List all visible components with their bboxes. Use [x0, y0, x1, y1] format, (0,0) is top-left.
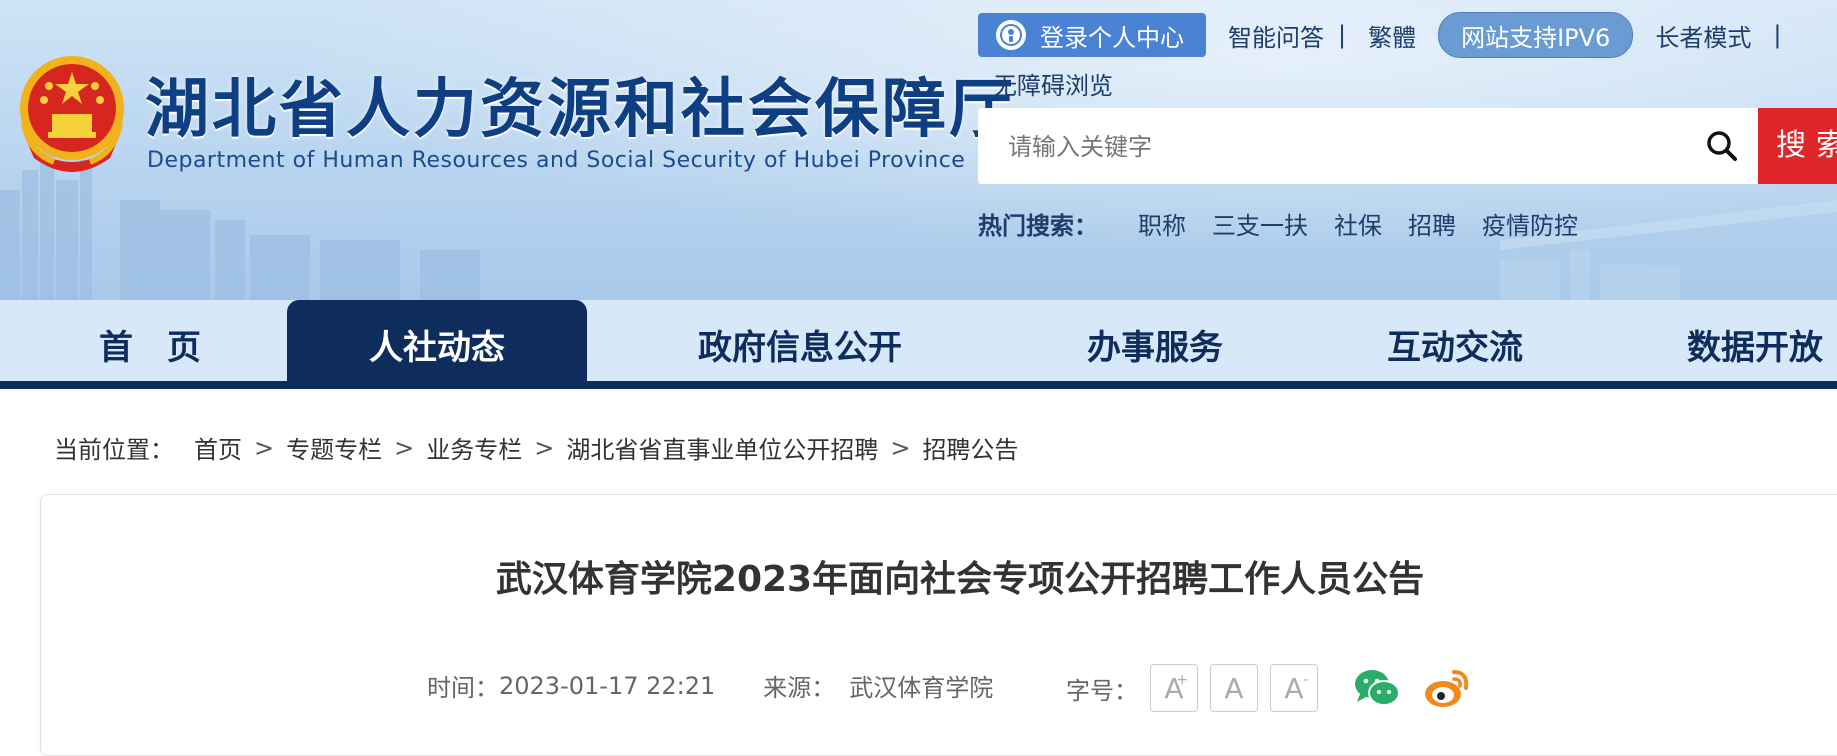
header-banner: 湖北省人力资源和社会保障厅 Department of Human Resour…	[0, 0, 1837, 300]
nav-item-open-data[interactable]: 数据开放	[1620, 300, 1837, 382]
breadcrumb-business[interactable]: 业务专栏	[426, 430, 522, 465]
weibo-icon[interactable]	[1422, 666, 1472, 710]
publish-time: 2023-01-17 22:21	[499, 671, 716, 700]
smart-qa-link[interactable]: 智能问答	[1228, 18, 1324, 53]
user-circle-icon	[996, 20, 1026, 50]
site-title: 湖北省人力资源和社会保障厅	[145, 73, 1016, 147]
article-meta: 时间： 2023-01-17 22:21 来源： 武汉体育学院	[427, 668, 993, 703]
nav-item-news[interactable]: 人社动态	[287, 300, 587, 382]
source-label: 来源：	[763, 674, 836, 702]
breadcrumb-separator: >	[890, 433, 911, 462]
time-label: 时间：	[427, 674, 499, 702]
breadcrumb-recruitment[interactable]: 湖北省省直事业单位公开招聘	[566, 430, 878, 465]
top-links-bar: 登录个人中心 智能问答 | 繁體 网站支持IPV6 长者模式 |	[978, 12, 1781, 58]
font-default-button[interactable]: A	[1210, 664, 1258, 712]
breadcrumb-label: 当前位置：	[54, 436, 174, 464]
hot-keyword[interactable]: 职称	[1138, 206, 1186, 241]
font-size-label: 字号：	[1066, 676, 1138, 705]
breadcrumb-topics[interactable]: 专题专栏	[286, 430, 382, 465]
nav-item-interaction[interactable]: 互动交流	[1305, 300, 1605, 382]
hot-keyword[interactable]: 疫情防控	[1482, 206, 1578, 241]
login-personal-center-button[interactable]: 登录个人中心	[978, 13, 1206, 57]
nav-underline	[0, 381, 1837, 389]
article-card	[40, 494, 1837, 756]
search-icon[interactable]	[1704, 128, 1740, 164]
search-button[interactable]: 搜索	[1758, 108, 1837, 184]
hot-search: 热门搜索： 职称 三支一扶 社保 招聘 疫情防控	[978, 206, 1578, 241]
article-source: 武汉体育学院	[849, 674, 994, 702]
breadcrumb-announcements[interactable]: 招聘公告	[922, 430, 1018, 465]
wechat-icon[interactable]	[1352, 666, 1402, 710]
site-subtitle: Department of Human Resources and Social…	[147, 148, 966, 173]
hot-keyword[interactable]: 招聘	[1408, 206, 1456, 241]
breadcrumb-home[interactable]: 首页	[194, 430, 242, 465]
font-size-controls: 字号： A + A A-	[1066, 664, 1318, 712]
article-title: 武汉体育学院2023年面向社会专项公开招聘工作人员公告	[495, 559, 1425, 600]
hot-keyword[interactable]: 社保	[1334, 206, 1382, 241]
search-box	[978, 108, 1758, 186]
hot-keyword[interactable]: 三支一扶	[1212, 206, 1308, 241]
hot-search-label: 热门搜索：	[978, 212, 1098, 240]
font-decrease-button[interactable]: A-	[1270, 664, 1318, 712]
nav-item-gov-info[interactable]: 政府信息公开	[650, 300, 950, 382]
breadcrumb-separator: >	[394, 433, 415, 462]
search-input[interactable]	[1006, 108, 1660, 186]
divider: |	[1773, 21, 1782, 49]
divider: |	[1338, 21, 1347, 49]
traditional-chinese-link[interactable]: 繁體	[1368, 18, 1416, 53]
breadcrumb: 当前位置： 首页 > 专题专栏 > 业务专栏 > 湖北省省直事业单位公开招聘 >…	[54, 430, 1018, 465]
main-nav: 首 页 人社动态 政府信息公开 办事服务 互动交流 数据开放	[0, 300, 1837, 386]
elder-mode-link[interactable]: 长者模式	[1655, 18, 1751, 53]
font-increase-button[interactable]: A +	[1150, 664, 1198, 712]
nav-item-services[interactable]: 办事服务	[1005, 300, 1305, 382]
ipv6-badge: 网站支持IPV6	[1438, 12, 1634, 58]
login-label: 登录个人中心	[1040, 23, 1184, 52]
national-emblem-logo	[20, 56, 124, 172]
nav-item-home[interactable]: 首 页	[40, 300, 260, 382]
accessible-browse-link[interactable]: 无障碍浏览	[993, 66, 1113, 101]
breadcrumb-separator: >	[534, 433, 555, 462]
breadcrumb-separator: >	[254, 433, 275, 462]
